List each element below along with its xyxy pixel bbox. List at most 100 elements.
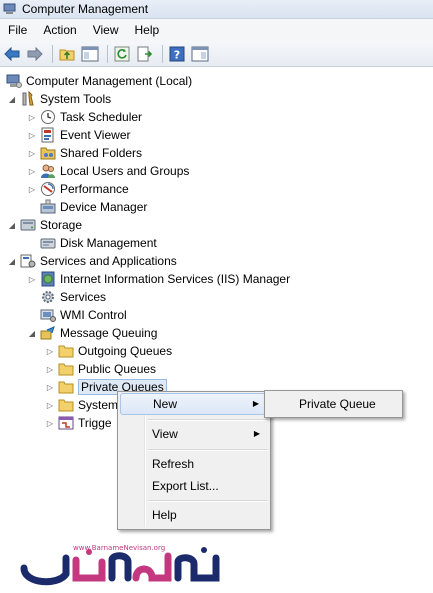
device-manager-icon bbox=[40, 199, 56, 215]
performance-icon bbox=[40, 181, 56, 197]
window-title: Computer Management bbox=[22, 2, 149, 16]
menu-item-private-queue[interactable]: Private Queue bbox=[267, 393, 398, 415]
menu-separator bbox=[148, 449, 268, 451]
triggers-icon bbox=[58, 415, 74, 431]
tree-label: Task Scheduler bbox=[60, 110, 143, 124]
shared-folder-icon bbox=[40, 145, 56, 161]
menu-file[interactable]: File bbox=[0, 19, 35, 41]
submenu-arrow-icon: ▶ bbox=[252, 399, 259, 408]
folder-icon bbox=[58, 397, 74, 413]
menu-item-label: View bbox=[152, 427, 178, 441]
folder-icon bbox=[58, 343, 74, 359]
tree-item-root[interactable]: Computer Management (Local) bbox=[0, 72, 192, 90]
expand-arrow-icon[interactable]: ▷ bbox=[26, 270, 38, 288]
menu-item-new[interactable]: New ▶ bbox=[120, 393, 266, 415]
tree-item-performance[interactable]: ▷ Performance bbox=[26, 180, 129, 198]
collapse-arrow-icon[interactable]: ◢ bbox=[26, 324, 38, 342]
expander-icon bbox=[26, 234, 38, 252]
expand-arrow-icon[interactable]: ▷ bbox=[44, 342, 56, 360]
disk-icon bbox=[40, 235, 56, 251]
new-submenu: Private Queue bbox=[264, 390, 403, 418]
tree-label: Message Queuing bbox=[60, 326, 158, 340]
tree-item-shared-folders[interactable]: ▷ Shared Folders bbox=[26, 144, 142, 162]
show-hide-action-pane-icon[interactable] bbox=[190, 44, 210, 64]
back-arrow-icon[interactable] bbox=[2, 44, 22, 64]
tree-label: System Tools bbox=[40, 92, 112, 106]
computer-management-icon bbox=[3, 3, 17, 15]
menu-item-label: Refresh bbox=[152, 457, 195, 471]
tree-item-message-queuing[interactable]: ◢ Message Queuing bbox=[26, 324, 157, 342]
expand-arrow-icon[interactable]: ▷ bbox=[44, 414, 56, 432]
expand-arrow-icon[interactable]: ▷ bbox=[26, 144, 38, 162]
tree-label: Event Viewer bbox=[60, 128, 131, 142]
tree-item-local-users[interactable]: ▷ Local Users and Groups bbox=[26, 162, 189, 180]
tree-item-services-apps[interactable]: ◢ Services and Applications bbox=[6, 252, 177, 270]
menu-action[interactable]: Action bbox=[35, 19, 84, 41]
toolbar: ? bbox=[0, 41, 433, 67]
tree-label: Trigge bbox=[78, 416, 112, 430]
expand-arrow-icon[interactable]: ▷ bbox=[26, 180, 38, 198]
collapse-arrow-icon[interactable]: ◢ bbox=[6, 90, 18, 108]
menu-help[interactable]: Help bbox=[127, 19, 168, 41]
tree-item-iis-manager[interactable]: ▷ Internet Information Services (IIS) Ma… bbox=[26, 270, 290, 288]
tree-item-services[interactable]: Services bbox=[26, 288, 106, 306]
tree-label: Device Manager bbox=[60, 200, 148, 214]
help-icon[interactable]: ? bbox=[167, 44, 187, 64]
message-queuing-icon bbox=[40, 325, 56, 341]
menu-item-export-list[interactable]: Export List... bbox=[120, 475, 266, 497]
tree-item-device-manager[interactable]: Device Manager bbox=[26, 198, 147, 216]
tree-item-event-viewer[interactable]: ▷ Event Viewer bbox=[26, 126, 130, 144]
expand-arrow-icon[interactable]: ▷ bbox=[44, 360, 56, 378]
users-icon bbox=[40, 163, 56, 179]
tree-item-task-scheduler[interactable]: ▷ Task Scheduler bbox=[26, 108, 142, 126]
expand-arrow-icon[interactable]: ▷ bbox=[26, 162, 38, 180]
tree-item-outgoing-queues[interactable]: ▷ Outgoing Queues bbox=[44, 342, 172, 360]
expander-icon bbox=[26, 288, 38, 306]
tree-item-system-tools[interactable]: ◢ System Tools bbox=[6, 90, 111, 108]
menu-item-help[interactable]: Help bbox=[120, 504, 266, 526]
tree-item-storage[interactable]: ◢ Storage bbox=[6, 216, 82, 234]
storage-icon bbox=[20, 217, 36, 233]
tree-label: Shared Folders bbox=[60, 146, 143, 160]
up-folder-icon[interactable] bbox=[57, 44, 77, 64]
menu-item-view[interactable]: View ▶ bbox=[120, 423, 266, 445]
expand-arrow-icon[interactable]: ▷ bbox=[44, 378, 56, 396]
collapse-arrow-icon[interactable]: ◢ bbox=[6, 252, 18, 270]
submenu-arrow-icon: ▶ bbox=[253, 429, 260, 438]
forward-arrow-icon[interactable] bbox=[25, 44, 45, 64]
watermark-url: www.BarnameNevisan.org bbox=[73, 544, 166, 552]
toolbar-separator bbox=[52, 44, 53, 63]
toolbar-separator bbox=[107, 44, 108, 63]
tree-item-system-queues[interactable]: ▷ System bbox=[44, 396, 118, 414]
tree-label: System bbox=[78, 398, 119, 412]
show-hide-tree-icon[interactable] bbox=[80, 44, 100, 64]
clock-icon bbox=[40, 109, 56, 125]
tree-item-wmi-control[interactable]: WMI Control bbox=[26, 306, 127, 324]
menu-view[interactable]: View bbox=[85, 19, 127, 41]
tree-label: Storage bbox=[40, 218, 83, 232]
folder-icon bbox=[58, 361, 74, 377]
refresh-icon[interactable] bbox=[112, 44, 132, 64]
menu-item-refresh[interactable]: Refresh bbox=[120, 453, 266, 475]
tree-label: Services and Applications bbox=[40, 254, 177, 268]
menu-bar: File Action View Help bbox=[0, 19, 433, 41]
wmi-icon bbox=[40, 307, 56, 323]
menu-separator bbox=[148, 419, 268, 421]
tree-label: Local Users and Groups bbox=[60, 164, 190, 178]
tree-label: Outgoing Queues bbox=[78, 344, 173, 358]
expand-arrow-icon[interactable]: ▷ bbox=[26, 126, 38, 144]
tree-label: Services bbox=[60, 290, 107, 304]
menu-item-label: Export List... bbox=[152, 479, 219, 493]
toolbar-separator bbox=[162, 44, 163, 63]
tree-item-public-queues[interactable]: ▷ Public Queues bbox=[44, 360, 156, 378]
expand-arrow-icon[interactable]: ▷ bbox=[26, 108, 38, 126]
tree-label: Internet Information Services (IIS) Mana… bbox=[60, 272, 291, 286]
expand-arrow-icon[interactable]: ▷ bbox=[44, 396, 56, 414]
context-menu: New ▶ View ▶ Refresh Export List... Help bbox=[117, 391, 271, 530]
tree-item-triggers[interactable]: ▷ Trigge bbox=[44, 414, 112, 432]
gear-icon bbox=[40, 289, 56, 305]
collapse-arrow-icon[interactable]: ◢ bbox=[6, 216, 18, 234]
iis-icon bbox=[40, 271, 56, 287]
tree-item-disk-management[interactable]: Disk Management bbox=[26, 234, 157, 252]
export-list-icon[interactable] bbox=[135, 44, 155, 64]
